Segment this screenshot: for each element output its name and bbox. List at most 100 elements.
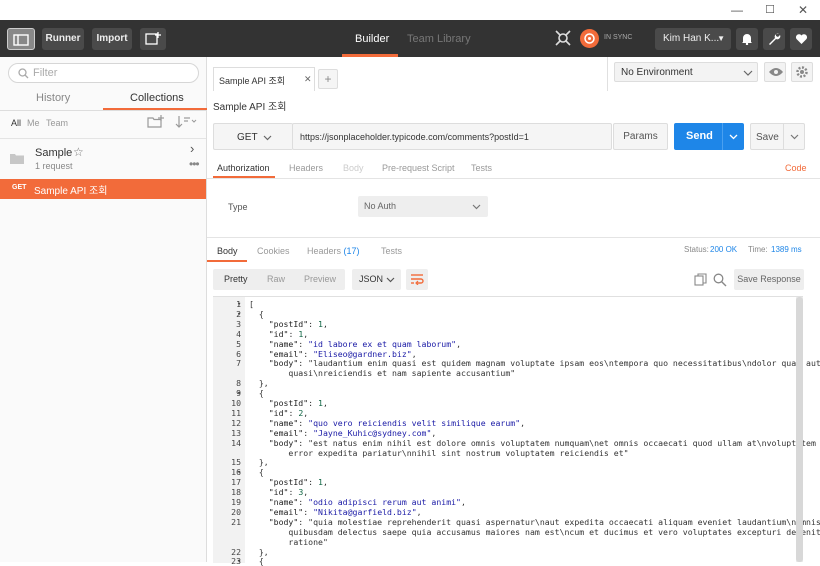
view-raw[interactable]: Raw [267,274,285,284]
send-button[interactable]: Send [674,123,744,150]
eye-icon [769,68,783,76]
settings-button[interactable] [763,28,785,50]
divider [607,57,608,91]
tab-pre-request-script[interactable]: Pre-request Script [382,163,455,173]
code-line: { [249,467,264,478]
sort-button[interactable] [175,115,197,131]
tab-builder[interactable]: Builder [355,32,389,46]
view-preview[interactable]: Preview [304,274,336,284]
wrench-icon [768,33,780,45]
minimize-button[interactable]: — [722,2,752,18]
filter-all[interactable]: All [11,118,21,128]
fold-toggle-icon[interactable]: ▾ [237,299,241,309]
fold-toggle-icon[interactable]: ▾ [237,388,241,398]
response-tab-body[interactable]: Body [217,246,238,256]
line-number: 12 [231,417,241,428]
response-body-editor[interactable]: 1 ▾[2 ▾ {3 "postId": 1, 4 "id": 1, 5 "name":… [213,296,820,566]
save-label: Save [756,132,779,143]
sort-icon [175,116,197,128]
search-response-button[interactable] [713,273,727,287]
copy-button[interactable] [694,273,707,286]
line-number: 17 [231,477,241,488]
wrap-lines-button[interactable] [406,269,428,290]
collection-item-sample[interactable]: Sample ☆ 1 request › ••• [0,139,206,179]
tab-headers[interactable]: Headers [289,163,323,173]
auth-type-label: Type [228,202,248,212]
chevron-down-icon[interactable] [790,134,799,140]
code-line: [ [249,299,254,309]
maximize-button[interactable]: ☐ [755,2,785,18]
request-item-selected[interactable]: GET Sample API 조회 [0,179,206,199]
line-number: 10 [231,398,241,408]
more-icon[interactable]: ••• [189,157,200,171]
new-collection-button[interactable] [147,115,165,131]
code-line: "id": 1, [268,328,309,339]
notifications-button[interactable] [736,28,758,50]
tab-history[interactable]: History [36,91,70,105]
favorites-button[interactable] [790,28,812,50]
new-window-button[interactable] [140,28,166,50]
star-icon[interactable]: ☆ [73,145,84,159]
code-line: "name": "odio adipisci rerum aut animi", [268,497,466,507]
save-response-button[interactable]: Save Response [734,269,804,290]
auth-type-select[interactable]: No Auth [358,196,488,217]
main-toolbar: Runner Import Builder Team Library IN SY… [0,20,820,57]
sync-status-icon[interactable] [580,29,599,48]
manage-environments-button[interactable] [791,62,813,82]
view-pretty[interactable]: Pretty [224,274,248,284]
line-number: 8 [236,378,241,389]
user-menu[interactable]: Kim Han K... ▼ [655,28,731,50]
request-tab[interactable]: Sample API 조회 ✕ [213,67,315,91]
code-link[interactable]: Code [785,163,807,173]
tab-team-library[interactable]: Team Library [407,32,471,46]
toggle-sidebar-button[interactable] [7,28,35,50]
divider [722,123,723,150]
response-tab-tests[interactable]: Tests [381,246,402,256]
code-line: { [249,308,264,319]
filter-me[interactable]: Me [27,118,40,128]
tab-authorization[interactable]: Authorization [217,163,270,173]
scrollbar-thumb[interactable] [796,297,803,562]
collection-count: 1 request [35,161,73,171]
params-button[interactable]: Params [613,123,668,150]
save-button[interactable]: Save [750,123,805,150]
search-icon [713,273,727,287]
line-number: 13 [231,427,241,438]
quick-look-button[interactable] [764,62,786,82]
chevron-down-icon: ▼ [717,34,725,43]
runner-button[interactable]: Runner [42,28,84,50]
import-button[interactable]: Import [92,28,132,50]
close-button[interactable]: ✕ [788,2,818,18]
tab-collections[interactable]: Collections [130,91,184,105]
code-line: { [249,556,264,566]
fold-toggle-icon[interactable]: ▾ [237,309,241,319]
chevron-right-icon[interactable]: › [190,141,194,156]
interceptor-icon[interactable] [554,29,572,47]
vertical-scrollbar[interactable] [796,297,803,562]
code-line: { [249,388,264,399]
response-tab-cookies[interactable]: Cookies [257,246,290,256]
folder-icon [10,154,24,164]
request-method-badge: GET [12,184,27,191]
tab-body: Body [343,163,364,173]
auth-type-value: No Auth [364,201,397,211]
format-value: JSON [359,274,384,284]
fold-toggle-icon[interactable]: ▾ [237,467,241,477]
code-line: "name": "quo vero reiciendis velit simil… [268,417,526,428]
filter-input[interactable]: Filter [8,63,199,83]
new-tab-button[interactable]: + [318,69,338,89]
chevron-down-icon[interactable] [729,134,738,140]
code-line: ratione" [249,536,328,547]
tab-tests[interactable]: Tests [471,163,492,173]
sidebar-icon [13,34,29,46]
filter-team[interactable]: Team [46,118,68,128]
environment-select[interactable]: No Environment [614,62,758,82]
url-input[interactable]: https://jsonplaceholder.typicode.com/com… [292,123,612,150]
response-tab-headers[interactable]: Headers (17) [307,246,360,256]
request-title: Sample API 조회 [213,102,287,113]
line-number: 19 [231,497,241,507]
close-icon[interactable]: ✕ [304,74,312,85]
format-select[interactable]: JSON [352,269,401,290]
method-select[interactable]: GET [213,123,293,150]
fold-toggle-icon[interactable]: ▾ [237,556,241,566]
